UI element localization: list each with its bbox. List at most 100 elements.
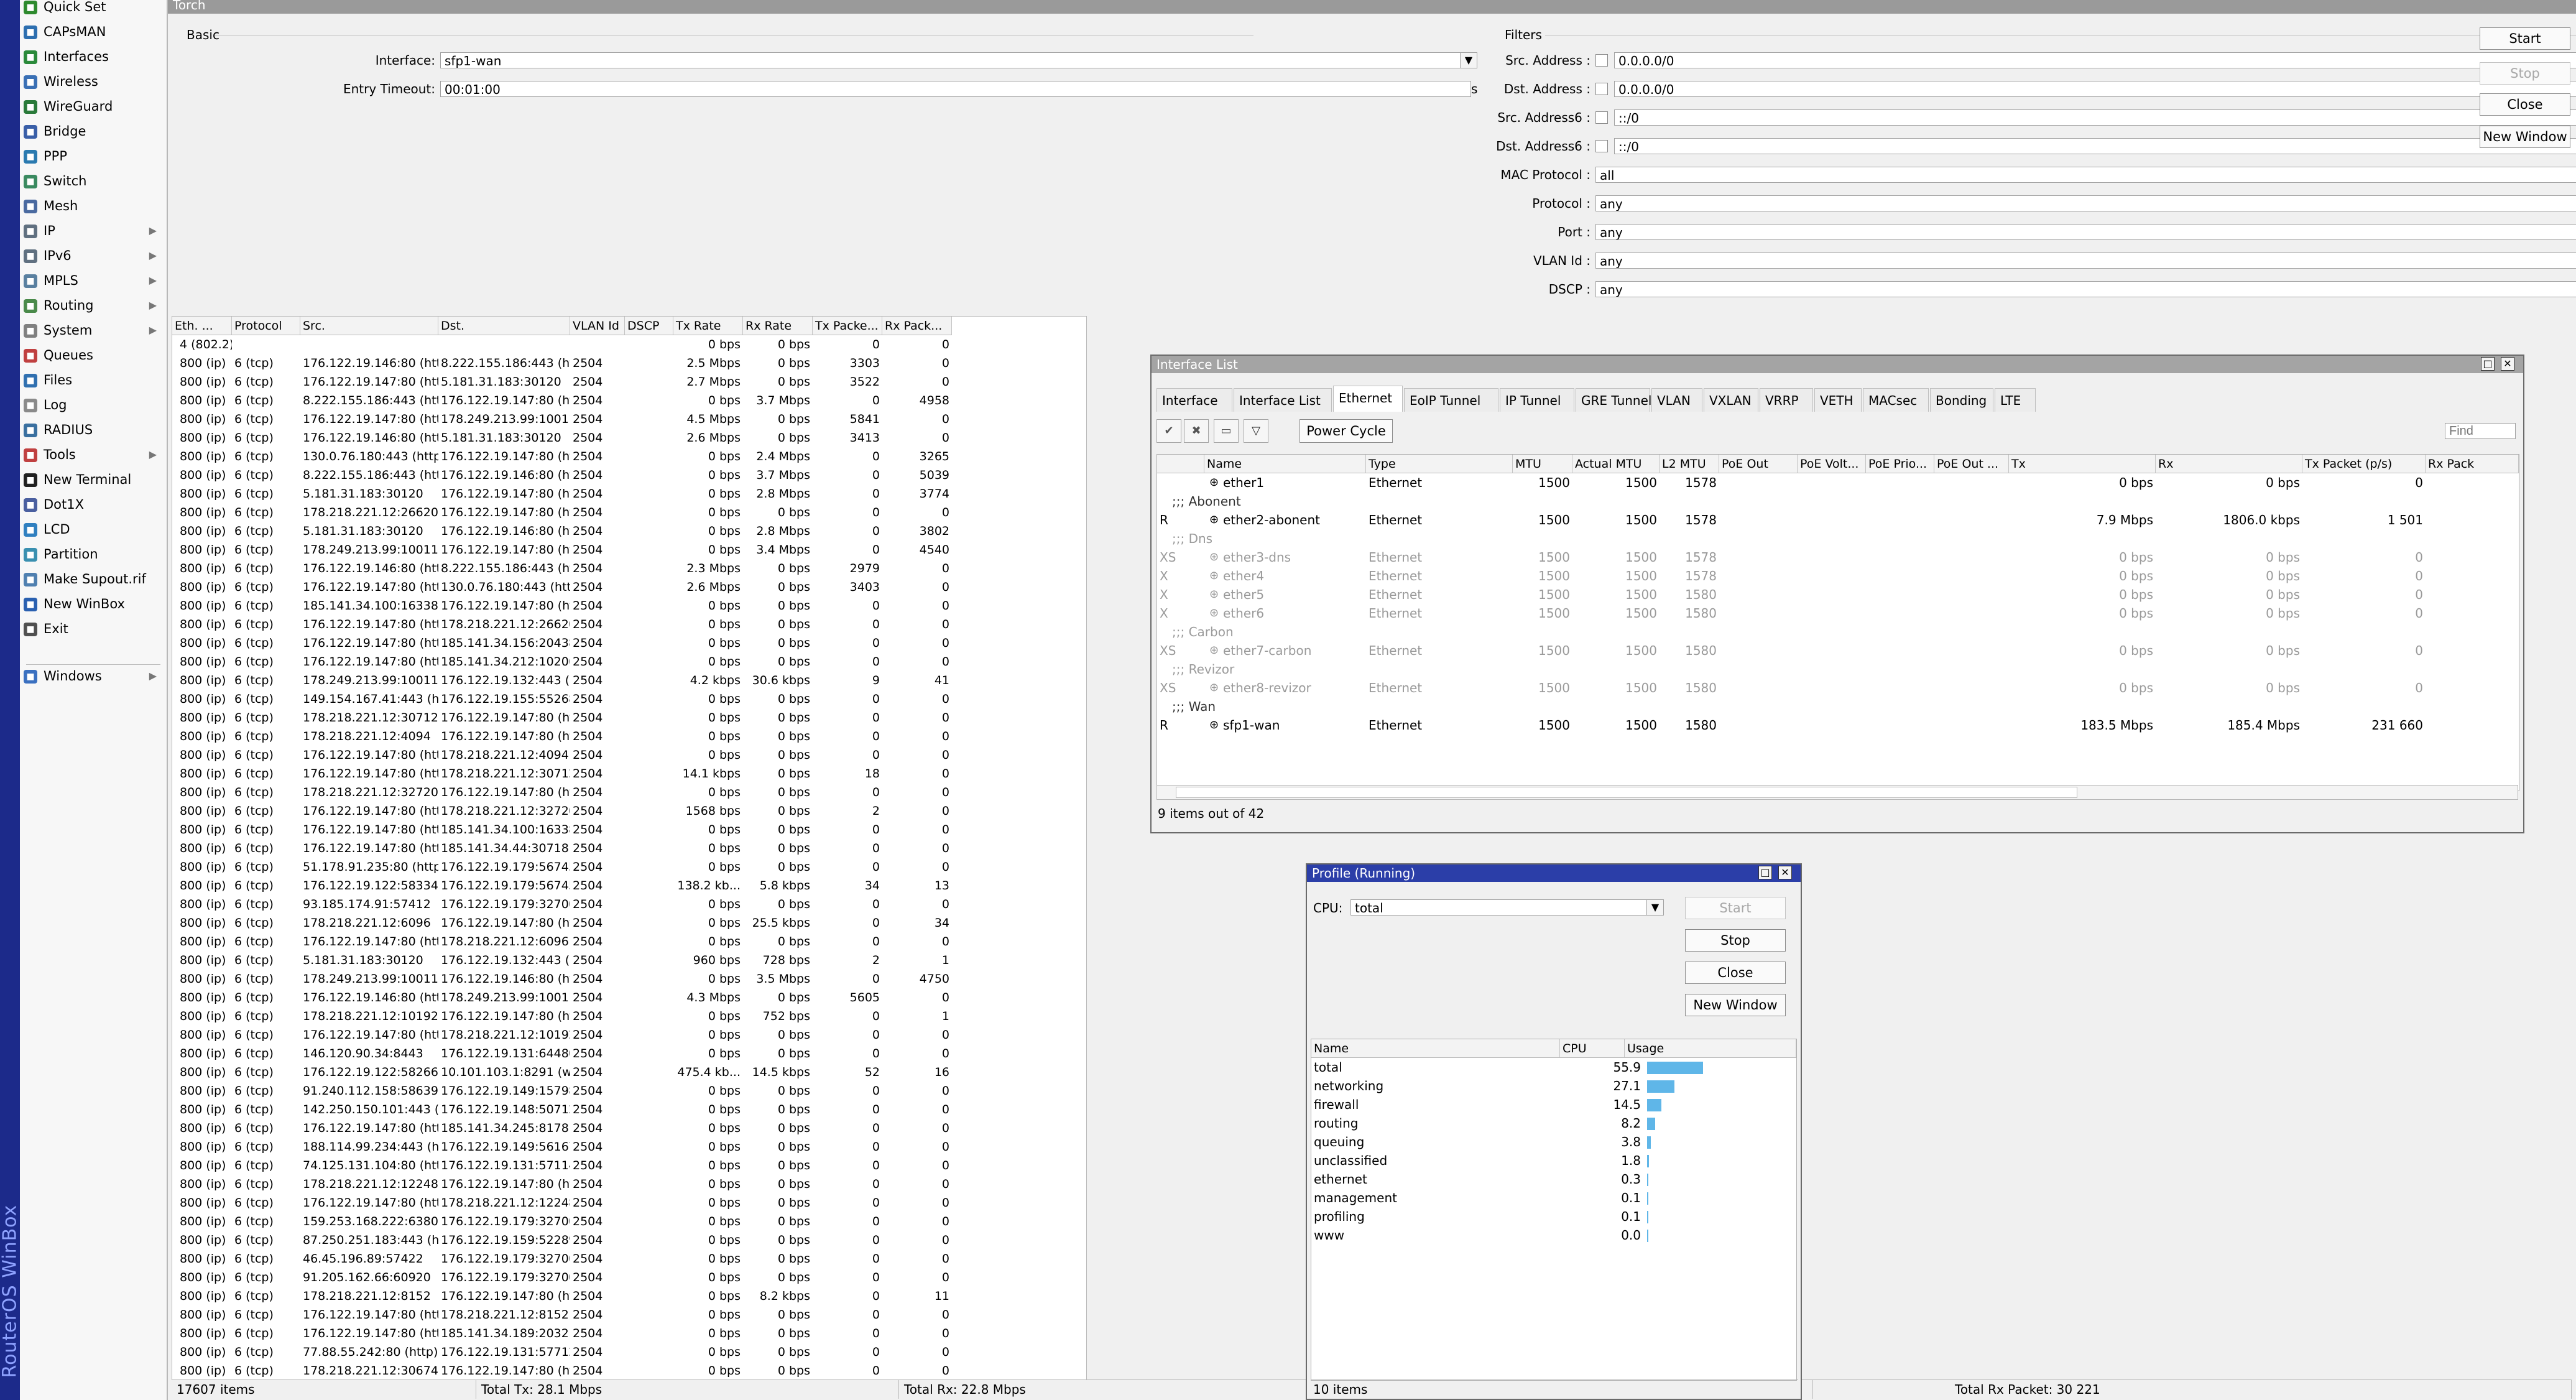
filter-icon[interactable]: ▽ — [1244, 419, 1268, 443]
table-row[interactable]: 800 (ip) 6 (tcp) 93.185.174.91:57412 176.12… — [172, 895, 1086, 914]
profile-start-button[interactable]: Start — [1685, 897, 1786, 919]
dscp-input[interactable]: any — [1595, 281, 2576, 297]
column-header-poe-prio-[interactable]: PoE Prio... — [1866, 455, 1934, 473]
table-row[interactable]: 800 (ip) 6 (tcp) 130.0.76.180:443 (https) 1… — [172, 447, 1086, 466]
enable-icon[interactable]: ✔ — [1156, 419, 1181, 443]
profile-titlebar[interactable]: Profile (Running) — [1307, 865, 1801, 882]
sidebar-item-log[interactable]: ■ Log — [24, 393, 160, 417]
vlan-id-input[interactable]: any — [1595, 253, 2576, 269]
power-cycle-button[interactable]: Power Cycle — [1300, 419, 1393, 443]
table-row[interactable]: 800 (ip) 6 (tcp) 146.120.90.34:8443 176.122… — [172, 1044, 1086, 1063]
column-header-8[interactable]: Tx Packe... — [813, 317, 882, 335]
table-row[interactable]: 800 (ip) 6 (tcp) 178.249.213.99:10011 176.1… — [172, 671, 1086, 690]
table-row[interactable]: 800 (ip) 6 (tcp) 176.122.19.147:80 (http) 1… — [172, 802, 1086, 820]
column-header-rx-pack[interactable]: Rx Pack — [2426, 455, 2519, 473]
dst-address-checkbox[interactable] — [1595, 83, 1608, 95]
sidebar-item-bridge[interactable]: ■ Bridge — [24, 119, 160, 143]
profile-row[interactable]: firewall 14.5 — [1311, 1095, 1796, 1114]
sidebar-item-wireguard[interactable]: ■ WireGuard — [24, 95, 160, 118]
sidebar-item-mesh[interactable]: ■ Mesh — [24, 194, 160, 218]
table-row[interactable]: 800 (ip) 6 (tcp) 142.250.150.101:443 (http… — [172, 1100, 1086, 1119]
sidebar-item-ip[interactable]: ■ IP ▶ — [24, 219, 160, 243]
port-input[interactable]: any — [1595, 224, 2576, 240]
entry-timeout-input[interactable]: 00:01:00 — [440, 81, 1471, 97]
close-icon[interactable]: ✕ — [1778, 866, 1792, 879]
table-row[interactable]: 800 (ip) 6 (tcp) 176.122.19.147:80 (http) 1… — [172, 1324, 1086, 1343]
sidebar-item-new-terminal[interactable]: ■ New Terminal — [24, 468, 160, 491]
sidebar-item-system[interactable]: ■ System ▶ — [24, 318, 160, 342]
interface-row[interactable]: Xether4 Ethernet 1500 1500 1578 0 bps 0 bps 0 ⊕ — [1157, 567, 2519, 585]
tab-eoip-tunnel[interactable]: EoIP Tunnel — [1404, 388, 1498, 412]
sidebar-item-switch[interactable]: ■ Switch — [24, 169, 160, 193]
profile-stop-button[interactable]: Stop — [1685, 929, 1786, 952]
profile-new-window-button[interactable]: New Window — [1685, 994, 1786, 1016]
interface-select[interactable]: sfp1-wan — [440, 52, 1471, 68]
column-header-rx[interactable]: Rx — [2156, 455, 2302, 473]
cpu-select[interactable]: total — [1350, 899, 1655, 916]
dst-address6-input[interactable]: ::/0 — [1614, 138, 2576, 154]
column-header-usage[interactable]: Usage — [1625, 1039, 1796, 1058]
table-row[interactable]: 800 (ip) 6 (tcp) 176.122.19.147:80 (http) 1… — [172, 615, 1086, 634]
table-row[interactable]: 800 (ip) 6 (tcp) 5.181.31.183:30120 176.122… — [172, 951, 1086, 970]
sidebar-item-ppp[interactable]: ■ PPP — [24, 144, 160, 168]
table-row[interactable]: 800 (ip) 6 (tcp) 176.122.19.146:80 (http) 8… — [172, 354, 1086, 373]
table-row[interactable]: 800 (ip) 6 (tcp) 176.122.19.147:80 (http) 1… — [172, 410, 1086, 429]
table-row[interactable]: 800 (ip) 6 (tcp) 178.218.221.12:8152 176.12… — [172, 1287, 1086, 1305]
interface-row[interactable]: XS ether7-carbon Ethernet 1500 1500 1580 0 bps… — [1157, 641, 2519, 660]
cpu-dropdown-button[interactable]: ▼ — [1646, 899, 1664, 916]
maximize-icon[interactable]: □ — [2481, 357, 2495, 371]
interface-list-titlebar[interactable]: Interface List — [1152, 356, 2523, 373]
column-header-7[interactable]: Rx Rate — [743, 317, 813, 335]
table-row[interactable]: 800 (ip) 6 (tcp) 176.122.19.147:80 (http) 1… — [172, 764, 1086, 783]
table-row[interactable]: 4 (802.2) 0 bps 0 bps 0 0 — [172, 335, 1086, 354]
dst-address-input[interactable]: 0.0.0.0/0 — [1614, 81, 2576, 97]
sidebar-item-files[interactable]: ■ Files — [24, 368, 160, 392]
table-row[interactable]: 800 (ip) 6 (tcp) 176.122.19.146:80 (http) 5… — [172, 429, 1086, 447]
column-header-flags[interactable] — [1157, 455, 1204, 473]
table-row[interactable]: 800 (ip) 6 (tcp) 51.178.91.235:80 (http) 17… — [172, 858, 1086, 876]
table-row[interactable]: 800 (ip) 6 (tcp) 149.154.167.41:443 (https… — [172, 690, 1086, 708]
tab-bonding[interactable]: Bonding — [1930, 388, 1993, 412]
tab-vrrp[interactable]: VRRP — [1760, 388, 1813, 412]
sidebar-item-make-supout-rif[interactable]: ■ Make Supout.rif — [24, 567, 160, 591]
table-row[interactable]: 800 (ip) 6 (tcp) 178.218.221.12:10192 176.1… — [172, 1007, 1086, 1026]
profile-row[interactable]: routing 8.2 — [1311, 1114, 1796, 1133]
table-row[interactable]: 800 (ip) 6 (tcp) 91.240.112.158:58639 176.1… — [172, 1082, 1086, 1100]
tab-veth[interactable]: VETH — [1814, 388, 1862, 412]
sidebar-item-tools[interactable]: ■ Tools ▶ — [24, 443, 160, 466]
tab-vxlan[interactable]: VXLAN — [1704, 388, 1758, 412]
table-row[interactable]: 800 (ip) 6 (tcp) 178.218.221.12:30712 176.1… — [172, 708, 1086, 727]
table-row[interactable]: 800 (ip) 6 (tcp) 91.205.162.66:60920 176.12… — [172, 1268, 1086, 1287]
interface-row[interactable]: XS ether8-revizor Ethernet 1500 1500 1580 0 bp… — [1157, 679, 2519, 697]
tab-macsec[interactable]: MACsec — [1863, 388, 1929, 412]
src-address-input[interactable]: 0.0.0.0/0 — [1614, 52, 2576, 68]
column-header-actual-mtu[interactable]: Actual MTU — [1572, 455, 1660, 473]
column-header-4[interactable]: VLAN Id — [570, 317, 625, 335]
table-row[interactable]: 800 (ip) 6 (tcp) 178.218.221.12:32720 176.1… — [172, 783, 1086, 802]
table-row[interactable]: 800 (ip) 6 (tcp) 87.250.251.183:443 (https… — [172, 1231, 1086, 1249]
tab-ip-tunnel[interactable]: IP Tunnel — [1500, 388, 1574, 412]
interface-row[interactable]: Rether2-abonent Ethernet 1500 1500 1578 7.9 M… — [1157, 511, 2519, 529]
tab-interface-list[interactable]: Interface List — [1234, 388, 1332, 412]
column-header-name[interactable]: Name — [1204, 455, 1366, 473]
profile-row[interactable]: ethernet 0.3 — [1311, 1170, 1796, 1189]
table-row[interactable]: 800 (ip) 6 (tcp) 74.125.131.104:80 (http) 1… — [172, 1156, 1086, 1175]
interface-row[interactable]: Xether5 Ethernet 1500 1500 1580 0 bps 0 bps 0 ⊕ — [1157, 585, 2519, 604]
sidebar-item-windows[interactable]: ■ Windows ▶ — [24, 664, 160, 688]
table-row[interactable]: 800 (ip) 6 (tcp) 176.122.19.147:80 (http) 1… — [172, 652, 1086, 671]
table-row[interactable]: 800 (ip) 6 (tcp) 176.122.19.122:58266 10.10… — [172, 1063, 1086, 1082]
column-header-type[interactable]: Type — [1366, 455, 1513, 473]
table-row[interactable]: 800 (ip) 6 (tcp) 176.122.19.147:80 (http) 1… — [172, 1194, 1086, 1212]
sidebar-item-interfaces[interactable]: ■ Interfaces — [24, 45, 160, 68]
table-row[interactable]: 800 (ip) 6 (tcp) 176.122.19.147:80 (http) 1… — [172, 746, 1086, 764]
sidebar-item-capsman[interactable]: ■ CAPsMAN — [24, 20, 160, 44]
table-row[interactable]: 800 (ip) 6 (tcp) 178.249.213.99:10011 176.1… — [172, 970, 1086, 988]
column-header-name[interactable]: Name — [1311, 1039, 1560, 1058]
table-row[interactable]: 800 (ip) 6 (tcp) 77.88.55.242:80 (http) 176… — [172, 1343, 1086, 1361]
profile-row[interactable]: profiling 0.1 — [1311, 1207, 1796, 1226]
profile-row[interactable]: total 55.9 — [1311, 1058, 1796, 1077]
sidebar-item-quick-set[interactable]: ■ Quick Set — [24, 0, 160, 19]
column-header-poe-out[interactable]: PoE Out — [1719, 455, 1798, 473]
tab-gre-tunnel[interactable]: GRE Tunnel — [1576, 388, 1651, 412]
table-row[interactable]: 800 (ip) 6 (tcp) 188.114.99.234:443 (https… — [172, 1138, 1086, 1156]
